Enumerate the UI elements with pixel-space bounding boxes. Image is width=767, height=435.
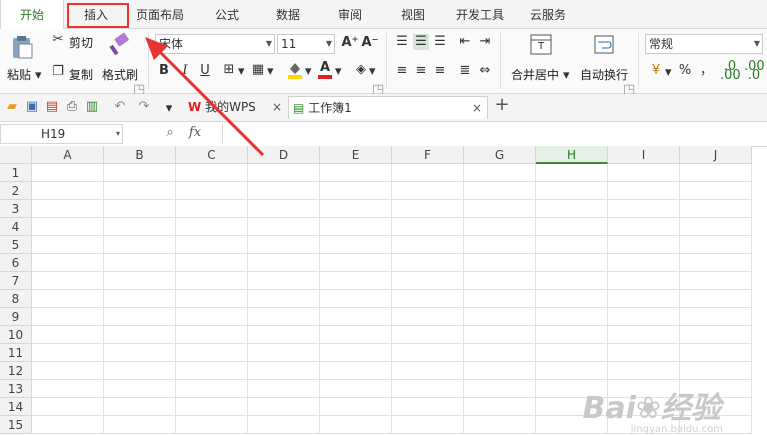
watermark-url: jingyan.baidu.com	[630, 424, 723, 435]
annotation-arrow	[145, 37, 265, 157]
watermark-logo: Bai❀经验	[582, 391, 721, 426]
